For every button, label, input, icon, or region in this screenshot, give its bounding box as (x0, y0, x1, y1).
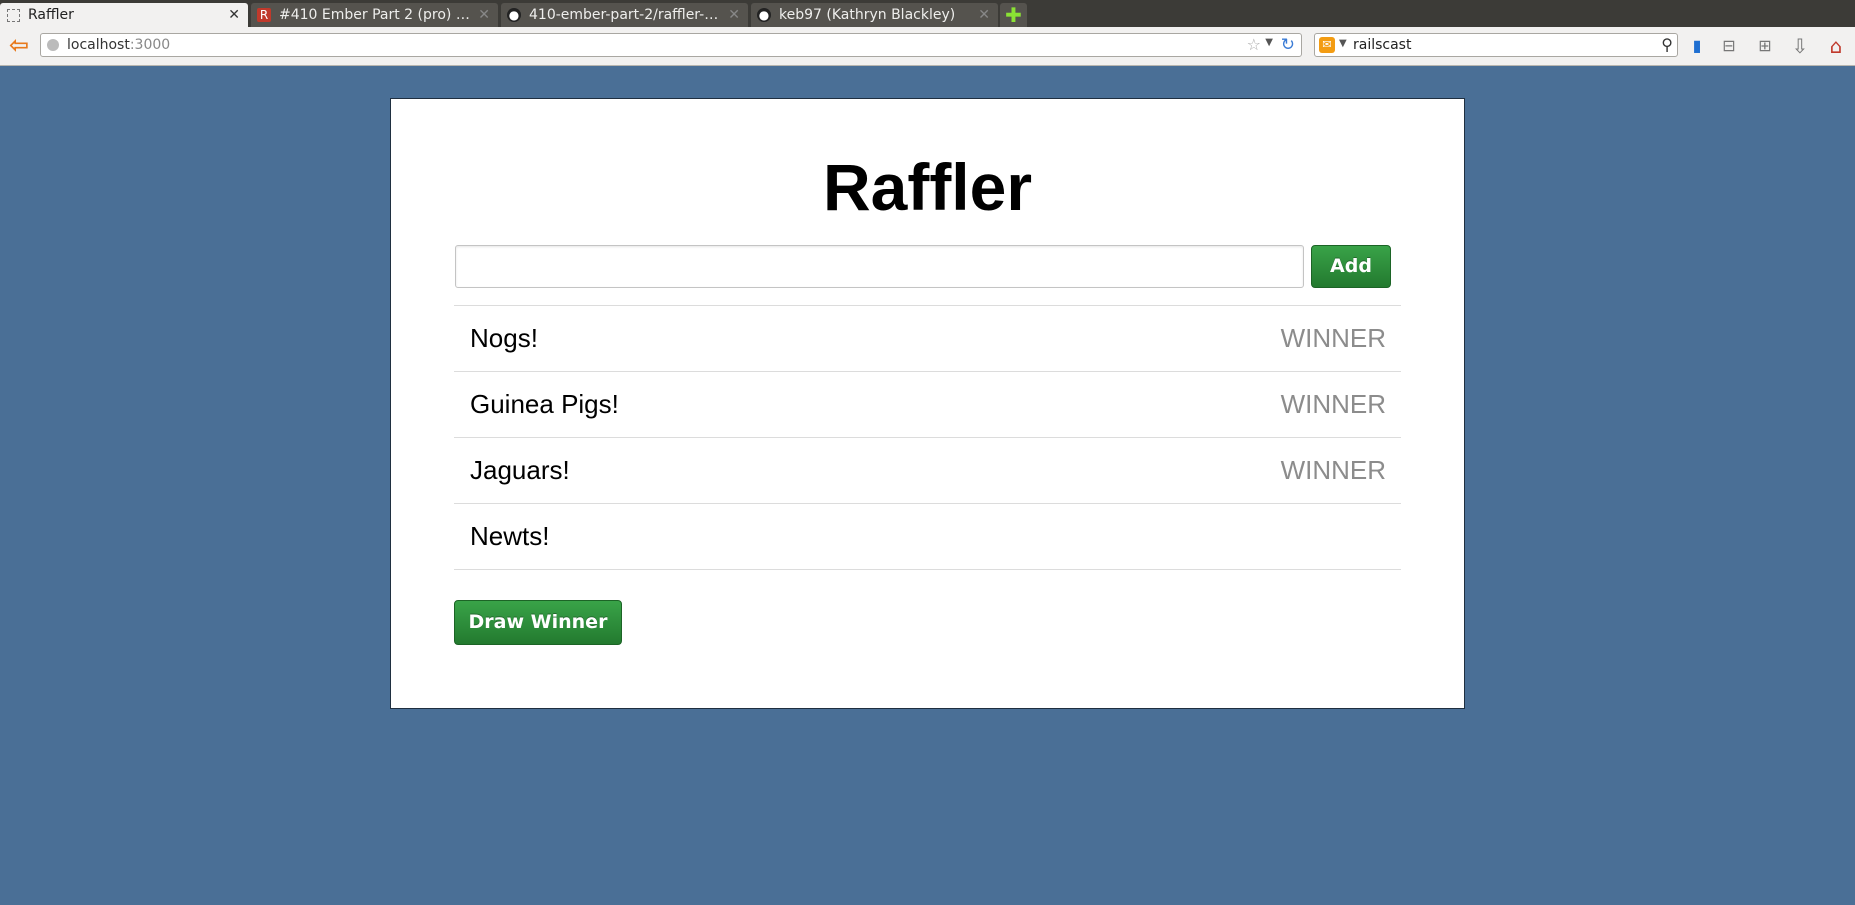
github-icon: ● (757, 8, 771, 22)
draw-winner-button[interactable]: Draw Winner (454, 600, 622, 645)
entry-list: Nogs! WINNER Guinea Pigs! WINNER Jaguars… (454, 305, 1401, 570)
address-host: localhost (67, 37, 130, 53)
close-icon[interactable]: ✕ (978, 3, 990, 27)
address-port: :3000 (129, 37, 171, 53)
search-query[interactable]: railscast (1353, 37, 1411, 53)
reload-icon[interactable]: ↻ (1281, 35, 1295, 55)
navigation-bar: ⇦ localhost:3000 ☆ ▼ ↻ ✉ ▼ railscast ⚲ ▮… (0, 27, 1855, 66)
search-bar[interactable]: ✉ ▼ railscast ⚲ (1314, 33, 1678, 57)
entry-name: Jaguars! (470, 455, 570, 485)
github-icon: ● (507, 8, 521, 22)
page-title: Raffler (822, 150, 1033, 224)
search-engine-icon[interactable]: ✉ (1319, 37, 1335, 53)
zoom-in-icon[interactable]: ⊞ (1754, 35, 1776, 57)
entry-name: Newts! (470, 521, 550, 551)
globe-icon (47, 39, 59, 51)
page-icon (7, 9, 20, 22)
tab-railscasts[interactable]: R #410 Ember Part 2 (pro) - RailsCasts ✕ (251, 3, 498, 27)
railscasts-icon: R (257, 8, 271, 22)
tab-raffler[interactable]: Raffler ✕ (0, 3, 248, 27)
bookmark-star-icon[interactable]: ☆ (1247, 35, 1261, 54)
close-icon[interactable]: ✕ (728, 3, 740, 27)
new-tab-button[interactable]: ✚ (1000, 3, 1027, 27)
tab-title: #410 Ember Part 2 (pro) - RailsCasts (279, 7, 498, 23)
add-button[interactable]: Add (1311, 245, 1391, 288)
list-item: Jaguars! WINNER (454, 438, 1401, 504)
winner-label: WINNER (1280, 323, 1386, 353)
tab-strip: Raffler ✕ R #410 Ember Part 2 (pro) - Ra… (0, 0, 1855, 27)
home-icon[interactable]: ⌂ (1825, 35, 1847, 57)
search-icon[interactable]: ⚲ (1661, 35, 1673, 54)
list-item: Newts! (454, 504, 1401, 570)
entry-name: Guinea Pigs! (470, 389, 619, 419)
winner-label: WINNER (1280, 455, 1386, 485)
close-icon[interactable]: ✕ (228, 3, 240, 27)
download-icon[interactable]: ⇩ (1789, 35, 1811, 57)
tab-title: 410-ember-part-2/raffler-after (529, 7, 738, 23)
address-bar[interactable]: localhost:3000 ☆ ▼ ↻ (40, 33, 1302, 57)
zoom-out-icon[interactable]: ⊟ (1718, 35, 1740, 57)
list-item: Guinea Pigs! WINNER (454, 372, 1401, 438)
entry-name: Nogs! (470, 323, 538, 353)
close-icon[interactable]: ✕ (478, 3, 490, 27)
history-dropdown-icon[interactable]: ▼ (1265, 37, 1273, 48)
tab-github-user[interactable]: ● keb97 (Kathryn Blackley) ✕ (751, 3, 998, 27)
tab-github-repo[interactable]: ● 410-ember-part-2/raffler-after ✕ (501, 3, 748, 27)
list-item: Nogs! WINNER (454, 306, 1401, 372)
database-icon[interactable]: ▮ (1686, 35, 1708, 57)
entry-name-input[interactable] (455, 245, 1304, 288)
tab-title: Raffler (28, 7, 74, 23)
search-engine-dropdown-icon[interactable]: ▼ (1339, 38, 1347, 49)
address-text[interactable]: localhost:3000 (67, 37, 170, 53)
tab-title: keb97 (Kathryn Blackley) (779, 7, 956, 23)
back-arrow-icon[interactable]: ⇦ (6, 33, 32, 59)
winner-label: WINNER (1280, 389, 1386, 419)
